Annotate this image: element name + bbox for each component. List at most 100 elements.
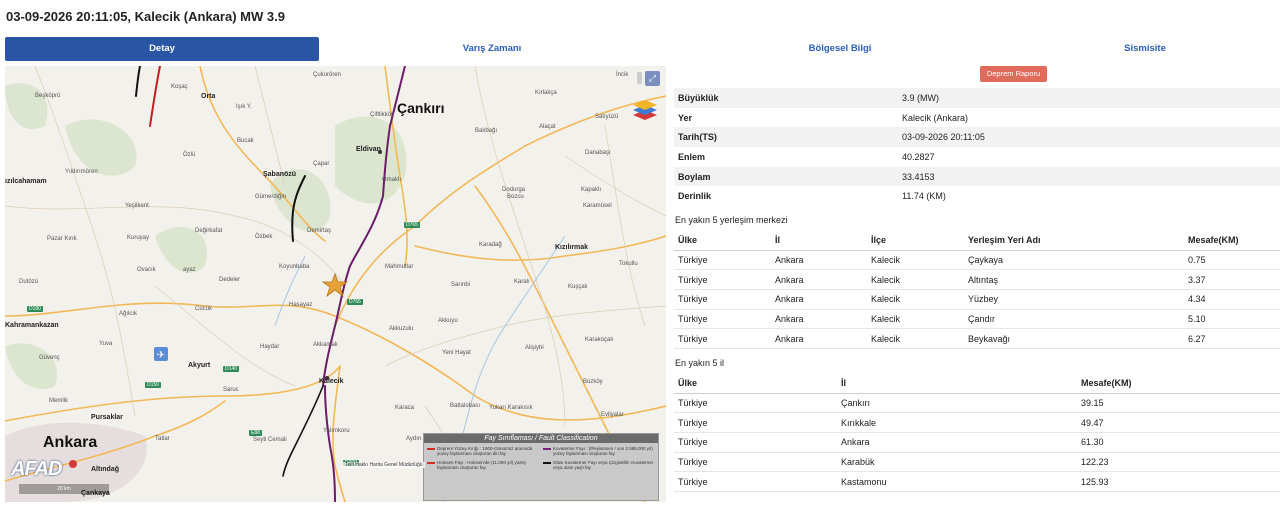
table-cell: Altıntaş xyxy=(964,269,1184,290)
legend-item: Olası Kuvaterner Fayı veya Çizgisellik: … xyxy=(543,460,655,470)
legend-item: Kuvaterner Fayı : (Pleyistosen / son 2.5… xyxy=(543,446,655,456)
column-header: Mesafe(KM) xyxy=(1077,374,1280,394)
map-label: Akkamak xyxy=(313,342,338,348)
afad-logo: AFAD xyxy=(11,458,62,480)
map-label: Balıbağı xyxy=(475,128,498,134)
provinces-table: Ülke İl Mesafe(KM) Türkiye Çankırı 39.15 Türk… xyxy=(674,374,1280,492)
table-cell: Kalecik xyxy=(867,269,964,290)
table-row: Türkiye Ankara Kalecik Çandır 5.10 xyxy=(674,309,1280,330)
map-label: Karamüsel xyxy=(583,203,612,209)
table-cell: 3.37 xyxy=(1184,269,1280,290)
column-header: İlçe xyxy=(867,231,964,251)
table-cell: Karabük xyxy=(837,452,1077,473)
deprem-raporu-button[interactable]: Deprem Raporu xyxy=(980,66,1047,82)
table-cell: Kastamonu xyxy=(837,471,1077,492)
map-label: Aydın xyxy=(406,436,422,442)
map-label: Alişiyhi xyxy=(525,345,544,351)
map-label: Akkuzulu xyxy=(389,326,414,332)
map-label-sabanozu: Şabanözü xyxy=(263,171,297,178)
table-cell: Çaykaya xyxy=(964,250,1184,271)
map-label: Danabaşı xyxy=(585,150,611,156)
table-cell: Yüzbey xyxy=(964,289,1184,310)
table-cell: Kalecik xyxy=(867,309,964,330)
map-label-akyurt: Akyurt xyxy=(188,362,211,369)
detail-value: 33.4153 xyxy=(902,171,935,182)
map-label: Koyunbaba xyxy=(279,264,310,270)
map-label: Yuva xyxy=(99,341,113,347)
detail-key: Büyüklük xyxy=(678,92,719,103)
map-label: Gümerdiğin xyxy=(255,194,287,200)
table-cell: Türkiye xyxy=(674,432,837,453)
map-label: Ovacık xyxy=(137,267,156,273)
map-label: İncik xyxy=(616,72,629,78)
table-cell: Kalecik xyxy=(867,250,964,271)
detail-row: Derinlik 11.74 (KM) xyxy=(674,186,1280,206)
map-label: Yalımkoru xyxy=(323,428,350,434)
detail-value: 03-09-2026 20:11:05 xyxy=(902,132,985,143)
legend-item: Holosen Fayı : Holosen'de (11.000 yıl) y… xyxy=(427,460,539,470)
earthquake-details-table: Büyüklük 3.9 (MW) Yer Kalecik (Ankara) Tarih… xyxy=(674,88,1280,206)
map-label: Satıyüzü xyxy=(595,114,619,120)
settlements-title: En yakın 5 yerleşim merkezi xyxy=(675,215,788,225)
road-badge: D765 xyxy=(347,299,363,305)
map-label: Kırlakça xyxy=(535,90,557,96)
map-label: Tokullu xyxy=(619,261,638,267)
detail-key: Derinlik xyxy=(678,191,712,202)
table-cell: Çankırı xyxy=(837,393,1077,414)
table-cell: Ankara xyxy=(837,432,1077,453)
map-label: Bozcu xyxy=(507,194,524,200)
map-toggle[interactable] xyxy=(637,72,642,84)
map-label: ayaz xyxy=(183,267,196,273)
map-label-kahramankazan: Kahramankazan xyxy=(5,322,59,329)
map-scale: 20 km xyxy=(19,484,109,494)
table-cell: 49.47 xyxy=(1077,412,1280,433)
table-cell: 4.34 xyxy=(1184,289,1280,310)
map-label-cankiri: Çankırı xyxy=(397,100,445,116)
map-label: Sarınbi xyxy=(451,282,471,288)
detail-row: Yer Kalecik (Ankara) xyxy=(674,108,1280,128)
detail-value: 11.74 (KM) xyxy=(902,191,946,202)
map-label-kizilcahamam: ızılcahamam xyxy=(5,178,47,185)
column-header: Mesafe(KM) xyxy=(1184,231,1280,251)
table-cell: Ankara xyxy=(771,289,867,310)
map-label: Hasayaz xyxy=(289,302,313,308)
map-label: Özbek xyxy=(255,234,273,240)
tab-detay[interactable]: Detay xyxy=(5,37,319,61)
settlements-table: Ülke İl İlçe Yerleşim Yeri Adı Mesafe(KM) Tü… xyxy=(674,231,1280,349)
detail-row: Boylam 33.4153 xyxy=(674,166,1280,187)
map-label: Karalı xyxy=(514,279,530,285)
table-cell: Türkiye xyxy=(674,393,837,414)
map-label: Bozköy xyxy=(583,379,603,385)
table-cell: Türkiye xyxy=(674,452,837,473)
map-label: Saruc xyxy=(223,387,239,393)
map-view[interactable]: ✈ Çankırı Ankara Kızılırmak Kalecik Eldi… xyxy=(5,66,666,502)
table-cell: Türkiye xyxy=(674,412,837,433)
table-cell: 125.93 xyxy=(1077,471,1280,492)
map-label: Koşaç xyxy=(171,84,188,90)
road-badge: D140 xyxy=(223,366,239,372)
tab-varis-zamani[interactable]: Varış Zamanı xyxy=(319,37,665,61)
detail-value: Kalecik (Ankara) xyxy=(902,112,969,123)
table-row: Türkiye Ankara Kalecik Altıntaş 3.37 xyxy=(674,269,1280,290)
table-row: Türkiye Karabük 122.23 xyxy=(674,452,1280,473)
table-cell: Beykavağı xyxy=(964,328,1184,349)
map-label: Evliyalar xyxy=(601,412,624,418)
tab-sismisite[interactable]: Sismisite xyxy=(1015,37,1275,61)
fullscreen-icon[interactable]: ⤢ xyxy=(645,71,660,86)
tab-bolgesel-bilgi[interactable]: Bölgesel Bilgi xyxy=(665,37,1015,61)
detail-key: Boylam xyxy=(678,171,711,182)
svg-text:✈: ✈ xyxy=(157,350,165,361)
map-label: Çiftlikköy xyxy=(370,112,395,118)
layers-icon[interactable] xyxy=(632,96,658,122)
map-label: Çukurören xyxy=(313,72,342,78)
map-label-orta: Orta xyxy=(201,93,216,100)
map-label: Yeşilkent xyxy=(125,203,149,209)
road-badge: D150 xyxy=(145,382,161,388)
detail-key: Enlem xyxy=(678,151,706,162)
map-label: Akkuyu xyxy=(438,318,458,324)
map-label: Karaca xyxy=(395,405,415,411)
column-header: Ülke xyxy=(674,231,771,251)
column-header: Yerleşim Yeri Adı xyxy=(964,231,1184,251)
map-label-kalecik: Kalecik xyxy=(319,378,344,385)
table-row: Türkiye Çankırı 39.15 xyxy=(674,393,1280,414)
